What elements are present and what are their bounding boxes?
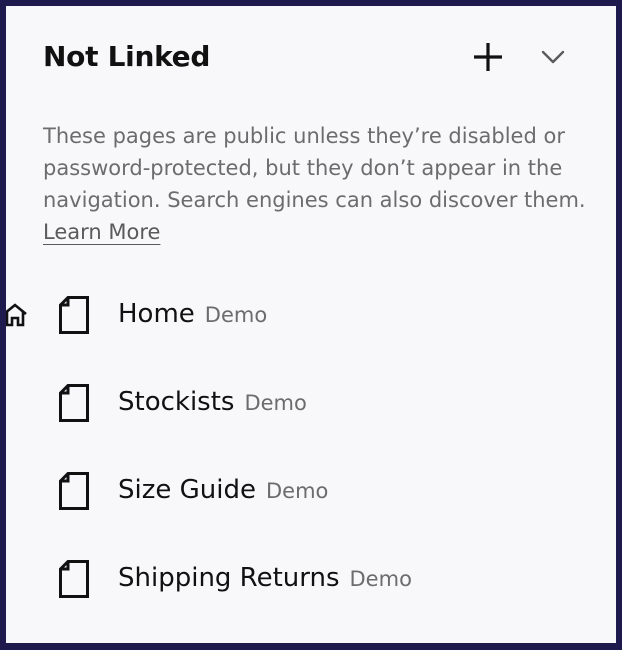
page-tag: Demo — [349, 567, 412, 591]
page-item-stockists[interactable]: Stockists Demo — [6, 373, 616, 433]
page-label: Stockists Demo — [118, 387, 307, 417]
page-tag: Demo — [266, 479, 329, 503]
page-icon — [59, 560, 89, 598]
plus-icon — [474, 43, 502, 71]
chevron-down-icon — [541, 50, 565, 64]
page-name: Size Guide — [118, 475, 256, 505]
page-label: Shipping Returns Demo — [118, 563, 412, 593]
page-name: Home — [118, 299, 195, 329]
page-label: Home Demo — [118, 299, 267, 329]
learn-more-link[interactable]: Learn More — [43, 220, 160, 244]
section-description: These pages are public unless they’re di… — [43, 120, 595, 248]
page-icon — [59, 472, 89, 510]
page-label: Size Guide Demo — [118, 475, 328, 505]
section-title: Not Linked — [43, 40, 211, 73]
page-item-size-guide[interactable]: Size Guide Demo — [6, 461, 616, 521]
page-name: Stockists — [118, 387, 235, 417]
not-linked-panel: Not Linked These pages are public unless… — [6, 6, 616, 643]
page-item-home[interactable]: Home Demo — [6, 285, 616, 345]
page-tag: Demo — [244, 391, 307, 415]
page-item-shipping-returns[interactable]: Shipping Returns Demo — [6, 549, 616, 609]
page-icon — [59, 384, 89, 422]
add-page-button[interactable] — [468, 37, 508, 77]
description-text: These pages are public unless they’re di… — [43, 124, 586, 212]
page-icon — [59, 296, 89, 334]
page-name: Shipping Returns — [118, 563, 340, 593]
page-tag: Demo — [204, 303, 268, 327]
collapse-section-button[interactable] — [536, 40, 570, 74]
home-icon — [6, 303, 27, 327]
